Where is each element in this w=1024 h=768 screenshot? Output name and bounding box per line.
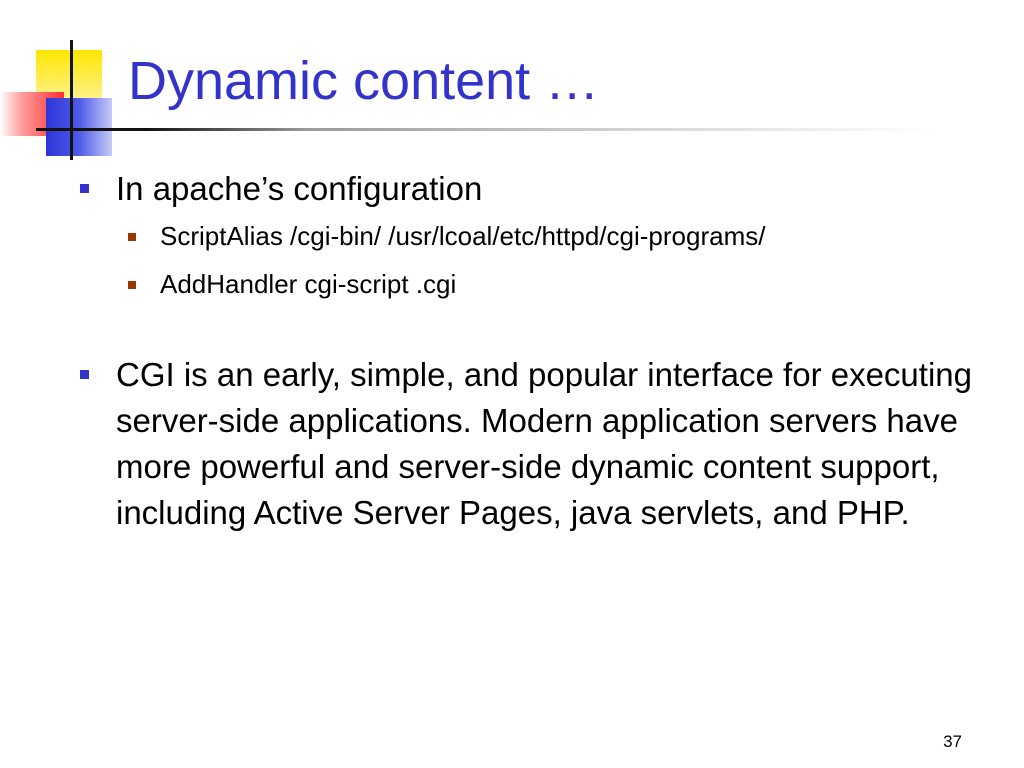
- slide: Dynamic content … In apache’s configurat…: [0, 0, 1024, 768]
- sub-bullet-square-icon: [128, 233, 136, 241]
- bullet-square-icon: [80, 370, 89, 379]
- logo-blue-square: [46, 98, 112, 156]
- bullet-square-icon: [80, 184, 89, 193]
- sub-bullet-addhandler: AddHandler cgi-script .cgi: [78, 260, 998, 308]
- sub-bullet-square-icon: [128, 281, 136, 289]
- title-underline: [36, 128, 936, 131]
- bullet-text: CGI is an early, simple, and popular int…: [116, 356, 972, 531]
- bullet-text: In apache’s configuration: [116, 170, 483, 207]
- slide-title: Dynamic content …: [128, 51, 600, 111]
- logo-vertical-line: [70, 40, 73, 160]
- bullet-apache-config: In apache’s configuration: [78, 166, 998, 212]
- bullet-cgi-description: CGI is an early, simple, and popular int…: [78, 352, 998, 536]
- slide-body: In apache’s configuration ScriptAlias /c…: [78, 166, 998, 536]
- page-number: 37: [943, 732, 962, 751]
- sub-bullet-text: AddHandler cgi-script .cgi: [160, 269, 457, 299]
- sub-bullet-text: ScriptAlias /cgi-bin/ /usr/lcoal/etc/htt…: [160, 221, 766, 251]
- sub-bullet-scriptalias: ScriptAlias /cgi-bin/ /usr/lcoal/etc/htt…: [78, 212, 998, 260]
